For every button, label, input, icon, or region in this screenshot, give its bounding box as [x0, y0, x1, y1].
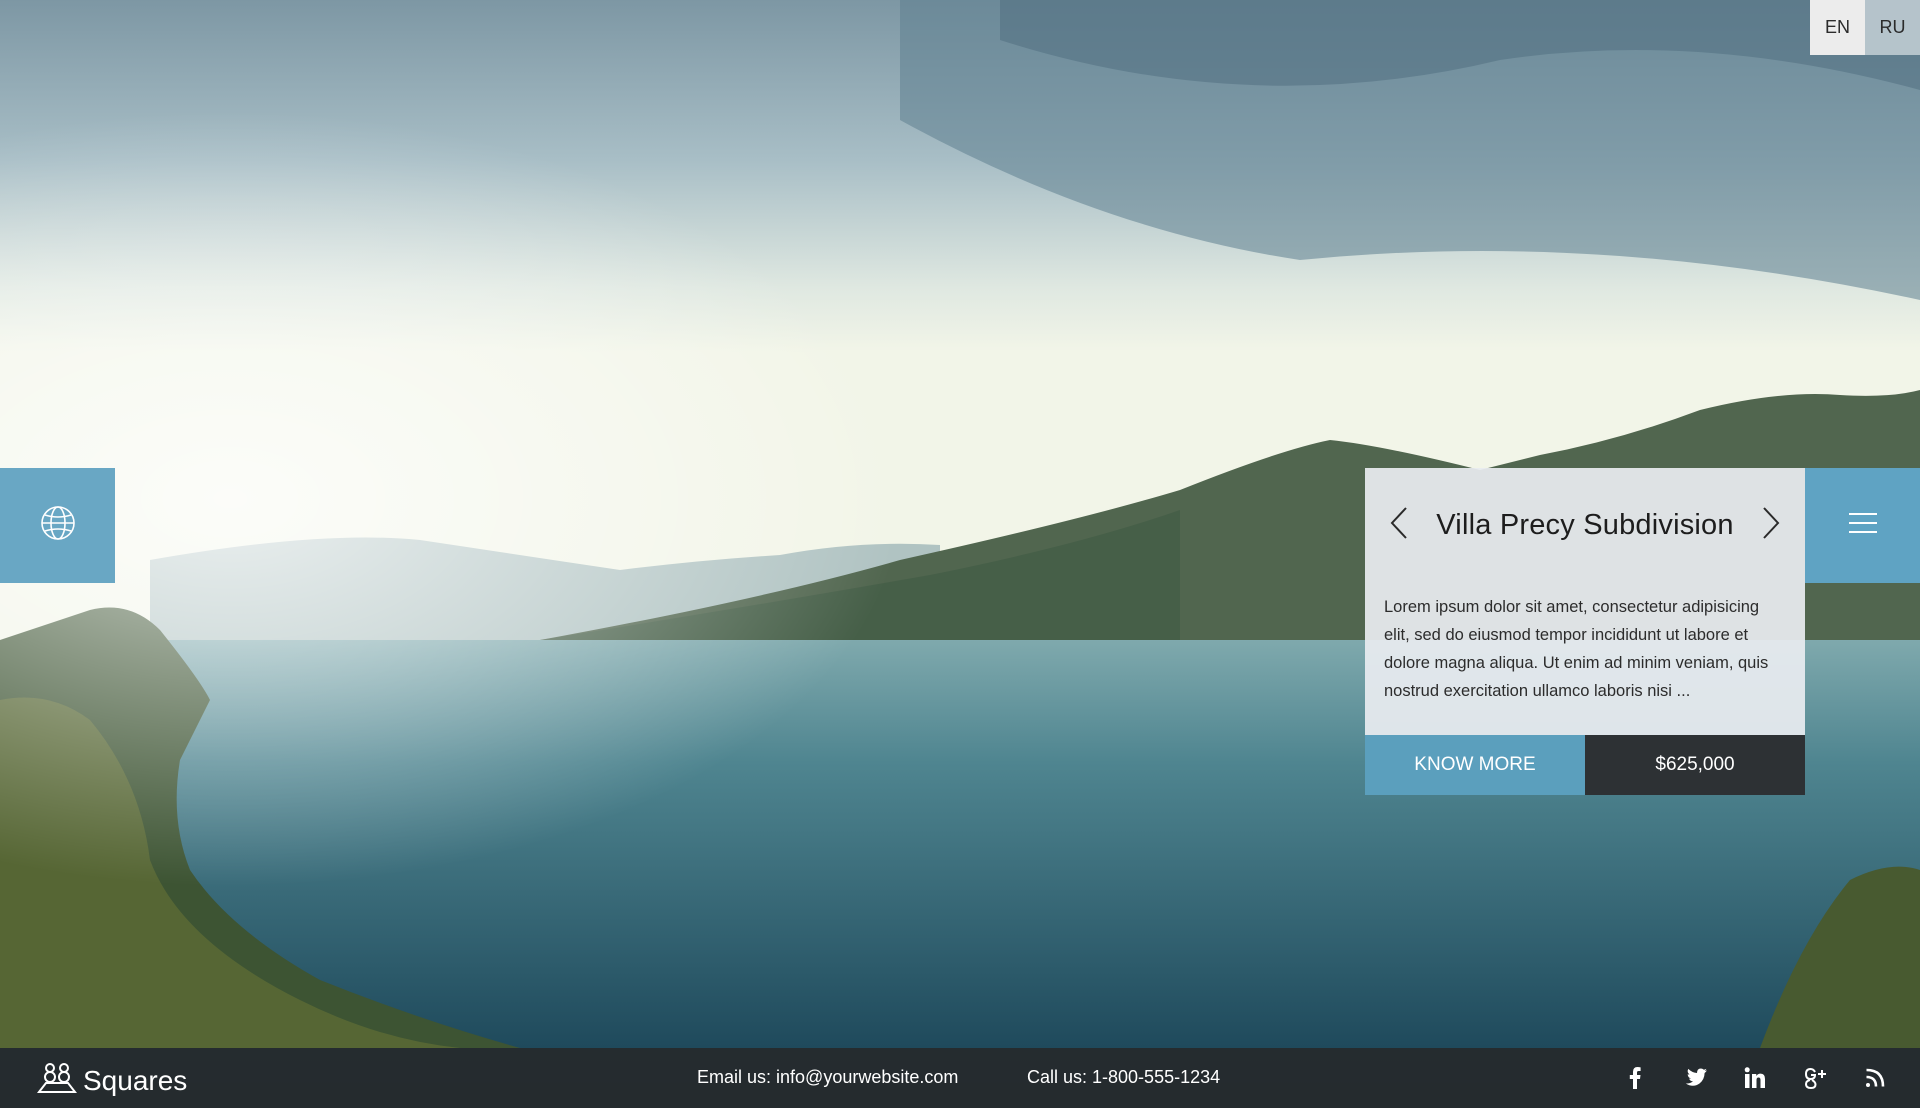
- language-ru-button[interactable]: RU: [1865, 0, 1920, 55]
- chevron-right-icon: [1762, 507, 1780, 544]
- google-plus-icon[interactable]: [1800, 1063, 1830, 1093]
- linkedin-icon[interactable]: [1740, 1063, 1770, 1093]
- globe-button[interactable]: [0, 468, 115, 583]
- twitter-icon[interactable]: [1680, 1063, 1710, 1093]
- language-switcher: EN RU: [1810, 0, 1920, 55]
- property-title: Villa Precy Subdivision: [1436, 509, 1734, 541]
- brand-name: Squares: [83, 1064, 188, 1096]
- hamburger-icon: [1847, 511, 1879, 540]
- know-more-button[interactable]: KNOW MORE: [1365, 735, 1585, 795]
- squares-logo-icon: [36, 1062, 78, 1099]
- next-property-button[interactable]: [1759, 506, 1783, 546]
- facebook-icon[interactable]: [1620, 1063, 1650, 1093]
- footer-email[interactable]: Email us: info@yourwebsite.com: [697, 1067, 958, 1088]
- property-description: Lorem ipsum dolor sit amet, consectetur …: [1384, 598, 1769, 700]
- footer-phone[interactable]: Call us: 1-800-555-1234: [1027, 1067, 1220, 1088]
- brand-logo[interactable]: Squares: [36, 1062, 188, 1099]
- property-card-actions: KNOW MORE $625,000: [1365, 735, 1805, 795]
- previous-property-button[interactable]: [1387, 506, 1411, 546]
- menu-button[interactable]: [1805, 468, 1920, 583]
- language-en-button[interactable]: EN: [1810, 0, 1865, 55]
- chevron-left-icon: [1390, 507, 1408, 544]
- property-price: $625,000: [1585, 735, 1805, 795]
- footer-bar: Squares Email us: info@yourwebsite.com C…: [0, 1048, 1920, 1108]
- social-links: [1590, 1048, 1890, 1108]
- globe-icon: [38, 503, 78, 548]
- property-card: Villa Precy Subdivision Lorem ipsum dolo…: [1365, 468, 1805, 795]
- property-card-header: Villa Precy Subdivision: [1365, 468, 1805, 583]
- rss-icon[interactable]: [1860, 1063, 1890, 1093]
